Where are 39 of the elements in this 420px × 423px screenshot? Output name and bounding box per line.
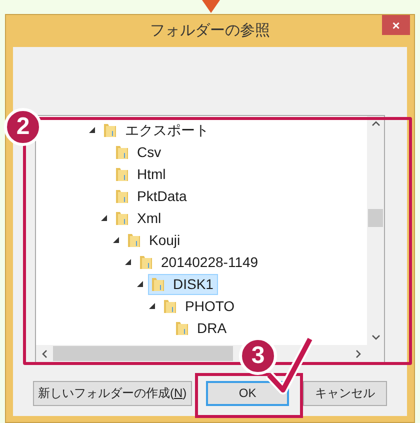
folder-icon (139, 254, 153, 270)
folder-icon (127, 232, 141, 248)
collapse-arrow-icon[interactable] (101, 215, 107, 221)
collapse-arrow-icon[interactable] (149, 303, 155, 309)
scroll-left-icon[interactable] (42, 350, 47, 358)
folder-icon (163, 298, 177, 314)
folder-icon (115, 166, 129, 182)
tree-item[interactable]: 20140228-1149 (136, 252, 264, 272)
dialog-button[interactable]: 新しいフォルダーの作成(N) (33, 381, 192, 406)
pointer-arrow-icon (202, 0, 220, 13)
tree-item[interactable]: Html (112, 164, 171, 184)
folder-icon (115, 188, 129, 204)
close-button[interactable]: × (382, 15, 410, 35)
folder-icon (151, 276, 165, 292)
tree-item[interactable]: PHOTO (160, 296, 240, 316)
tree-item[interactable]: エクスポート (100, 120, 214, 140)
tree-item[interactable]: DISK1 (148, 274, 218, 294)
scrollbar-thumb[interactable] (368, 209, 383, 227)
dialog-button[interactable]: キャンセル (303, 381, 387, 406)
folder-icon (115, 210, 129, 226)
scroll-up-icon[interactable] (372, 121, 380, 126)
collapse-arrow-icon[interactable] (89, 127, 95, 133)
tree-item[interactable]: Xml (112, 208, 166, 228)
scroll-right-icon[interactable] (356, 350, 361, 358)
window-title: フォルダーの参照 (150, 20, 270, 41)
vertical-scrollbar[interactable] (367, 116, 384, 345)
collapse-arrow-icon[interactable] (137, 281, 143, 287)
collapse-arrow-icon[interactable] (113, 237, 119, 243)
scroll-down-icon[interactable] (372, 335, 380, 340)
tree-item[interactable]: DRA (172, 318, 232, 338)
tree-item[interactable]: PktData (112, 186, 192, 206)
folder-icon (175, 320, 189, 336)
tree-item[interactable]: Kouji (124, 230, 186, 250)
dialog-button[interactable]: OK (206, 381, 290, 406)
collapse-arrow-icon[interactable] (125, 259, 131, 265)
scrollbar-thumb[interactable] (53, 346, 233, 361)
tree-item[interactable]: Csv (112, 142, 166, 162)
folder-icon (103, 122, 117, 138)
folder-icon (115, 144, 129, 160)
